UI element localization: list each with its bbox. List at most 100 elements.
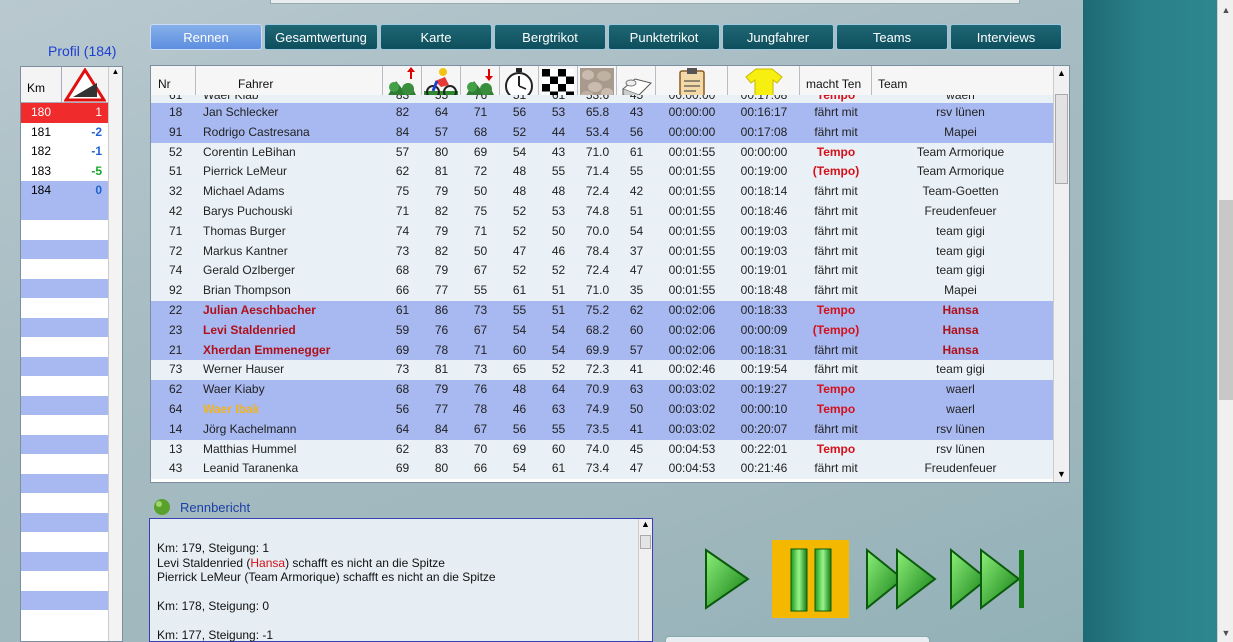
profil-row[interactable] (21, 551, 108, 571)
tab-bergtrikot[interactable]: Bergtrikot (494, 24, 606, 50)
report-scrollbar[interactable]: ▲ (638, 519, 652, 641)
tab-rennen[interactable]: Rennen (150, 24, 262, 50)
cell-d: 48 (512, 382, 527, 397)
profil-row[interactable] (21, 220, 108, 240)
table-row[interactable]: 73 Werner Hauser 73 81 73 65 52 72.3 41 00:02:46 0… (151, 360, 1054, 381)
table-row[interactable]: 52 Corentin LeBihan 57 80 69 54 43 71.0 61 00:01:… (151, 142, 1054, 163)
profil-row[interactable] (21, 454, 108, 474)
table-row[interactable]: 14 Jörg Kachelmann 64 84 67 56 55 73.5 41 00:03:0… (151, 419, 1054, 440)
table-row[interactable]: 74 Gerald Ozlberger 68 79 67 52 52 72.4 47 00:01:… (151, 261, 1054, 282)
table-row[interactable]: 43 Leanid Taranenka 69 80 66 54 61 73.4 47 00:04:… (151, 459, 1054, 480)
cell-team: Hansa (942, 322, 979, 337)
cell-t2: 00:17:08 (740, 124, 788, 139)
tab-gesamtwertung[interactable]: Gesamtwertung (264, 24, 378, 50)
scroll-up-icon[interactable]: ▲ (639, 519, 652, 529)
table-row[interactable]: 13 Matthias Hummel 62 83 70 69 60 74.0 45 00:04:5… (151, 439, 1054, 460)
tab-teams[interactable]: Teams (836, 24, 948, 50)
profil-row[interactable] (21, 493, 108, 513)
table-row[interactable]: 62 Waer Kiaby 68 79 76 48 64 70.9 63 00:03:02 00:1… (151, 380, 1054, 400)
window-scrollbar[interactable]: ▲ ▼ (1217, 0, 1233, 642)
cell-c: 73 (473, 303, 488, 317)
profil-row[interactable] (21, 278, 108, 298)
table-row[interactable]: 91 Rodrigo Castresana 84 57 68 52 44 53.4 56 00:0… (151, 122, 1054, 143)
profil-row[interactable]: 184 0 (21, 181, 108, 201)
cell-team: waerl (946, 402, 975, 416)
cell-e: 60 (551, 441, 566, 456)
table-row[interactable]: 23 Levi Staldenried 59 76 67 54 54 68.2 60 00:02:… (151, 320, 1054, 341)
cell-name: Matthias Hummel (203, 441, 297, 456)
profil-row[interactable] (21, 395, 108, 415)
cell-t2: 00:19:01 (740, 263, 788, 278)
skip-end-button[interactable] (948, 540, 1028, 618)
pause-button[interactable] (772, 540, 849, 618)
cell-t2: 00:21:46 (740, 461, 788, 476)
cell-t1: 00:00:00 (668, 124, 716, 139)
profil-row[interactable] (21, 259, 108, 279)
profil-row[interactable] (21, 200, 108, 220)
profil-row[interactable] (21, 356, 108, 376)
fast-forward-button[interactable] (864, 540, 938, 618)
cell-nr: 72 (169, 243, 183, 258)
profil-row[interactable]: 183 -5 (21, 161, 108, 181)
cell-d: 54 (512, 461, 527, 476)
profil-row[interactable] (21, 512, 108, 532)
table-row[interactable]: 18 Jan Schlecker 82 64 71 56 53 65.8 43 00:00:00 0… (151, 103, 1054, 123)
profil-row[interactable] (21, 610, 108, 630)
cell-t2: 00:22:01 (740, 441, 788, 456)
scroll-thumb[interactable] (1055, 94, 1068, 184)
cell-mode: Tempo (816, 95, 856, 102)
table-row[interactable]: 92 Brian Thompson 66 77 55 61 51 71.0 35 00:01:55… (151, 281, 1054, 301)
cell-g: 54 (629, 223, 644, 238)
top-panel-fragment (270, 0, 1020, 4)
table-row[interactable]: 61 Waer Klab 83 55 76 51 61 53.6 45 00:00:00 00:17… (151, 95, 1054, 103)
table-row[interactable]: 42 Barys Puchouski 71 82 75 52 53 74.8 51 00:01:5… (151, 202, 1054, 222)
profil-row[interactable] (21, 239, 108, 259)
tab-karte[interactable]: Karte (380, 24, 492, 50)
table-row[interactable]: 71 Thomas Burger 74 79 71 52 50 70.0 54 00:01:55 0… (151, 221, 1054, 242)
scroll-up-icon[interactable]: ▲ (109, 67, 122, 76)
table-row[interactable]: 32 Michael Adams 75 79 50 48 48 72.4 42 00:01:55 0… (151, 182, 1054, 202)
profil-row[interactable]: 182 -1 (21, 142, 108, 162)
scroll-down-icon[interactable]: ▼ (1218, 625, 1233, 641)
profil-row[interactable] (21, 590, 108, 610)
table-row[interactable]: 21 Xherdan Emmenegger 69 78 71 60 54 69.9 57 00:0… (151, 340, 1054, 361)
cell-f: 74.8 (585, 204, 610, 218)
profil-row[interactable] (21, 298, 108, 318)
scroll-thumb[interactable] (1219, 200, 1233, 400)
slope-warning-icon (62, 67, 108, 102)
profil-row[interactable] (21, 434, 108, 454)
cell-mode: fährt mit (814, 263, 858, 278)
table-scrollbar[interactable]: ▲ ▼ (1053, 66, 1069, 482)
report-line: Km: 177, Steigung: -1 (157, 628, 274, 642)
cell-e: 52 (551, 263, 566, 278)
tab-interviews[interactable]: Interviews (950, 24, 1062, 50)
profil-row[interactable] (21, 376, 108, 396)
profil-row[interactable] (21, 532, 108, 552)
cell-g: 47 (629, 461, 644, 476)
profil-row[interactable] (21, 337, 108, 357)
report-line (157, 614, 496, 629)
profil-row[interactable] (21, 473, 108, 493)
scroll-thumb[interactable] (640, 535, 651, 549)
profil-row[interactable] (21, 415, 108, 435)
play-icon (705, 548, 750, 610)
cell-mode: fährt mit (814, 342, 858, 357)
scroll-up-icon[interactable]: ▲ (1218, 2, 1233, 18)
table-row[interactable]: 51 Pierrick LeMeur 62 81 72 48 55 71.4 55 00:01:5… (151, 162, 1054, 183)
tab-jungfahrer[interactable]: Jungfahrer (722, 24, 834, 50)
tab-punktetrikot[interactable]: Punktetrikot (608, 24, 720, 50)
table-row[interactable]: 22 Julian Aeschbacher 61 86 73 55 51 75.2 62 00:0… (151, 301, 1054, 321)
cell-t1: 00:03:02 (668, 382, 716, 397)
profil-row[interactable]: 180 1 (21, 103, 108, 123)
table-row[interactable]: 72 Markus Kantner 73 82 50 47 46 78.4 37 00:01:55… (151, 241, 1054, 262)
profil-row[interactable] (21, 571, 108, 591)
profil-scrollbar[interactable]: ▲ (108, 67, 122, 641)
scroll-down-icon[interactable]: ▼ (1054, 467, 1069, 482)
cell-mode: Tempo (816, 402, 856, 416)
profil-row[interactable] (21, 317, 108, 337)
profil-row[interactable]: 181 -2 (21, 122, 108, 142)
scroll-up-icon[interactable]: ▲ (1054, 66, 1069, 81)
play-button[interactable] (700, 540, 752, 618)
table-row[interactable]: 64 Waer Ibak 56 77 78 46 63 74.9 50 00:03:02 00:00… (151, 400, 1054, 420)
cell-team: Team Armorique (916, 144, 1005, 159)
